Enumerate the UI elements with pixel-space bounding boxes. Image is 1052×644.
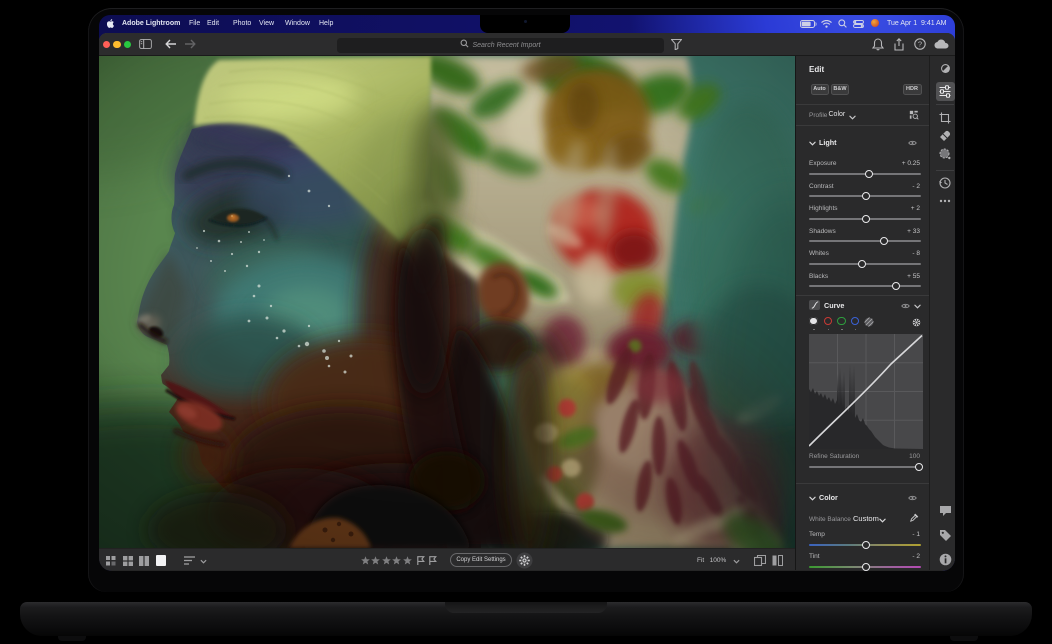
- svg-text:?: ?: [918, 40, 922, 49]
